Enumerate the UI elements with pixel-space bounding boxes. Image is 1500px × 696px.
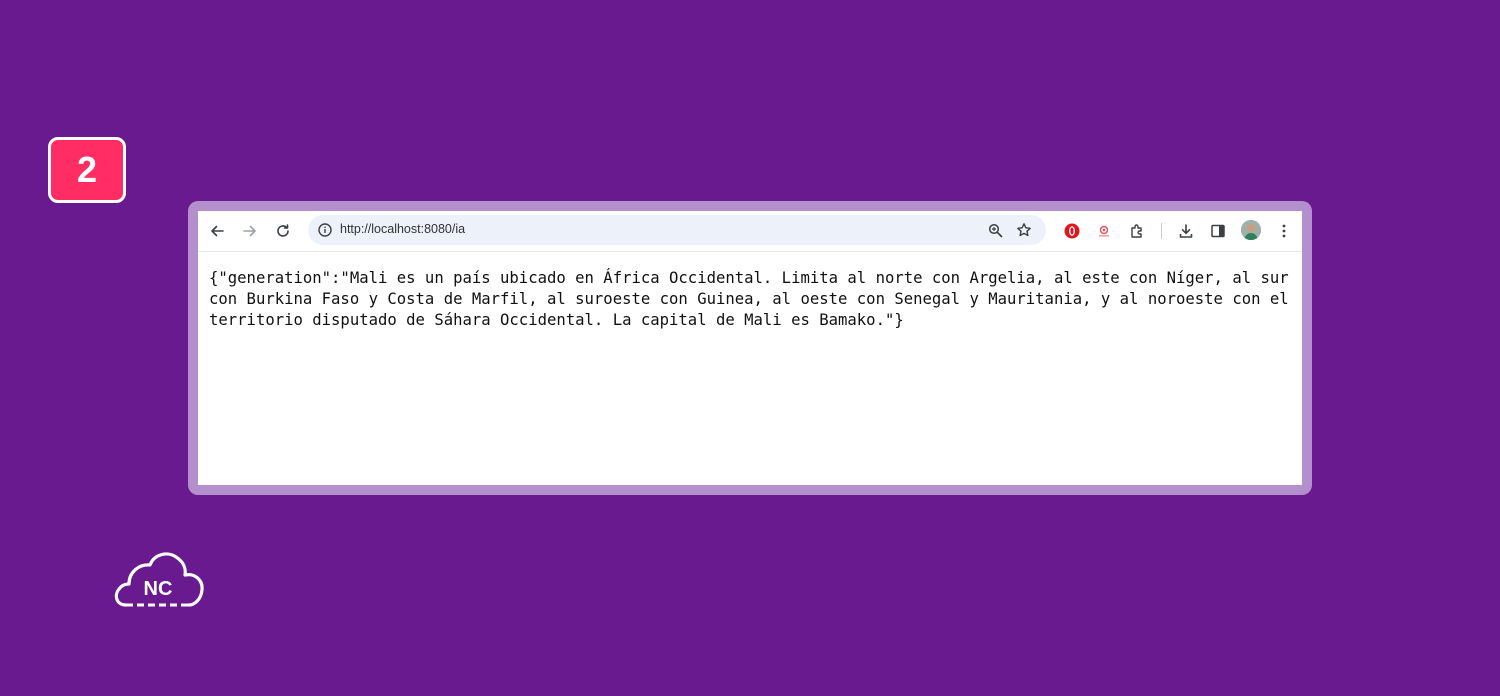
kebab-menu-icon: [1282, 224, 1286, 238]
zoom-button[interactable]: [984, 219, 1006, 241]
zoom-icon: [988, 223, 1002, 237]
reload-icon: [277, 224, 289, 237]
extensions-button[interactable]: [1125, 219, 1149, 243]
puzzle-extensions-icon: [1131, 224, 1142, 238]
red-extension-button[interactable]: [1092, 219, 1116, 243]
site-info-button[interactable]: [314, 219, 336, 241]
logo-text: NC: [144, 578, 173, 600]
toolbar-divider: [1161, 223, 1162, 239]
browser-menu-button[interactable]: [1272, 219, 1296, 243]
cloud-logo-icon: NC: [114, 552, 204, 607]
downloads-button[interactable]: [1174, 219, 1198, 243]
arrow-left-icon: [211, 225, 224, 237]
profile-photo-icon: [1241, 220, 1261, 240]
opera-icon: [1064, 223, 1080, 239]
star-icon: [1017, 223, 1031, 237]
info-circle-icon: [318, 223, 332, 237]
json-response-text: {"generation":"Mali es un país ubicado e…: [209, 269, 1299, 329]
opera-extension-button[interactable]: [1060, 219, 1084, 243]
browser-window-frame: http://localhost:8080/ia {"generation":"…: [188, 201, 1312, 495]
bookmark-button[interactable]: [1013, 219, 1035, 241]
download-icon: [1179, 224, 1193, 238]
side-panel-icon: [1211, 224, 1225, 238]
nc-logo: NC: [112, 548, 206, 612]
arrow-right-icon: [243, 225, 256, 237]
reload-button[interactable]: [271, 219, 295, 243]
step-number-badge: 2: [48, 137, 126, 203]
back-button[interactable]: [205, 219, 229, 243]
browser-toolbar: http://localhost:8080/ia: [198, 211, 1302, 252]
address-bar[interactable]: http://localhost:8080/ia: [308, 215, 1046, 245]
url-text[interactable]: http://localhost:8080/ia: [340, 222, 465, 236]
forward-button[interactable]: [238, 219, 262, 243]
browser-window: http://localhost:8080/ia {"generation":"…: [198, 211, 1302, 485]
profile-avatar[interactable]: [1241, 220, 1261, 240]
side-panel-button[interactable]: [1206, 219, 1230, 243]
red-extension-icon: [1099, 225, 1109, 237]
